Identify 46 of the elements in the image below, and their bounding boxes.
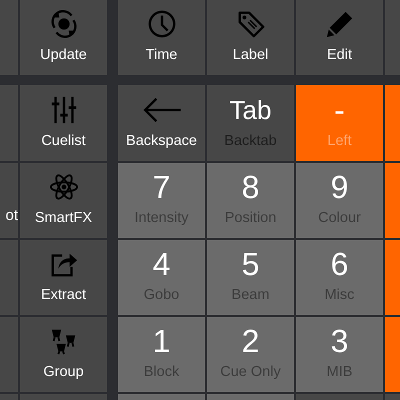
key-label: Tab bbox=[230, 94, 272, 127]
key-button[interactable] bbox=[0, 240, 18, 315]
key-button[interactable] bbox=[0, 85, 18, 161]
pencil-icon bbox=[324, 9, 354, 39]
key-label: 4 bbox=[152, 245, 170, 283]
key-button[interactable] bbox=[385, 163, 400, 238]
refresh-icon bbox=[48, 9, 78, 39]
key-button[interactable] bbox=[385, 85, 400, 161]
key-button[interactable]: ot bbox=[0, 163, 18, 238]
tool-button[interactable]: Edit bbox=[296, 0, 383, 75]
key-label: 3 bbox=[330, 322, 348, 360]
tool-button[interactable]: Extract bbox=[20, 240, 107, 315]
key-label: 5 bbox=[242, 245, 260, 283]
button-label: Backspace bbox=[126, 133, 197, 149]
tool-button[interactable]: Label bbox=[207, 0, 294, 75]
tag-icon bbox=[236, 9, 266, 39]
button-label: Time bbox=[146, 47, 178, 63]
button-label: Edit bbox=[327, 47, 352, 63]
tool-button[interactable]: Update bbox=[20, 0, 107, 75]
clock-icon bbox=[146, 9, 176, 39]
key-button[interactable] bbox=[0, 317, 18, 392]
tool-button[interactable]: Cuelist bbox=[20, 85, 107, 161]
key-button[interactable] bbox=[385, 317, 400, 392]
key-label: 7 bbox=[152, 168, 170, 206]
key-label: 6 bbox=[330, 245, 348, 283]
key-label: 2 bbox=[242, 322, 260, 360]
tool-button[interactable]: Time bbox=[118, 0, 205, 75]
button-label: Extract bbox=[40, 287, 86, 303]
tool-button[interactable]: Backspace bbox=[118, 85, 205, 161]
key-button[interactable] bbox=[0, 0, 18, 75]
tool-button[interactable]: Group bbox=[20, 317, 107, 392]
key-label: 9 bbox=[330, 168, 348, 206]
button-label: Update bbox=[40, 47, 87, 63]
button-label: Label bbox=[232, 47, 268, 63]
key-sublabel: Left bbox=[327, 133, 352, 149]
button-label: Cuelist bbox=[41, 133, 86, 149]
key-label: 8 bbox=[242, 168, 260, 206]
key-button[interactable] bbox=[385, 0, 400, 75]
key-label: 1 bbox=[152, 322, 170, 360]
tool-button[interactable]: SmartFX bbox=[20, 163, 107, 238]
atom-icon bbox=[48, 172, 78, 202]
button-label: Group bbox=[43, 364, 84, 380]
button-label: SmartFX bbox=[34, 210, 92, 226]
key-button[interactable] bbox=[385, 240, 400, 315]
key-label: - bbox=[334, 91, 345, 129]
left-arrow-icon bbox=[140, 95, 182, 125]
